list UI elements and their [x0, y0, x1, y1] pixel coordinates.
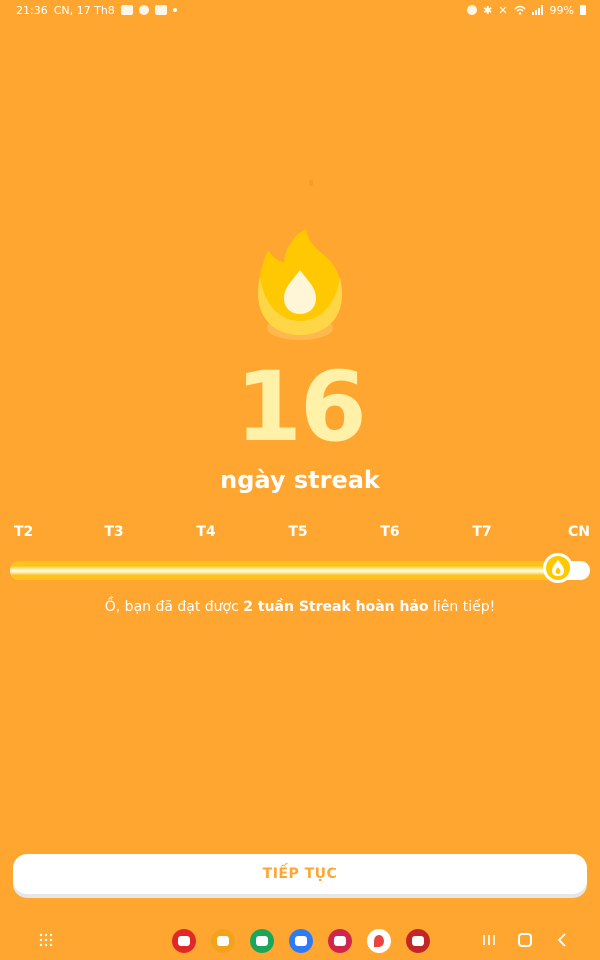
day-label: T2: [14, 524, 34, 540]
status-right: ✱ ✕ 99%: [467, 4, 586, 17]
notification-icon: [154, 5, 167, 15]
week-progress-fill: [10, 561, 561, 580]
home-icon[interactable]: [518, 933, 532, 947]
folder-icon[interactable]: [211, 929, 235, 953]
bluetooth-icon: ✱: [483, 3, 493, 17]
messages-icon-glyph: [295, 936, 307, 946]
streak-flame-icon: [250, 225, 350, 345]
navigation-bar: [0, 920, 600, 960]
signal-icon: [531, 5, 543, 15]
phone-icon[interactable]: [250, 929, 274, 953]
messages-icon[interactable]: [289, 929, 313, 953]
app-drawer-icon[interactable]: [38, 932, 54, 948]
streak-message: Ồ, bạn đã đạt được 2 tuần Streak hoàn hả…: [0, 599, 600, 615]
week-days: T2 T3 T4 T5 T6 T7 CN: [10, 524, 590, 544]
day-label: T5: [288, 524, 308, 540]
day-label: CN: [568, 524, 590, 540]
phone-icon-glyph: [256, 936, 268, 946]
day-label: T7: [472, 524, 492, 540]
recent-apps-icon[interactable]: [481, 932, 497, 948]
maps-icon-glyph: [374, 935, 384, 947]
status-bar: 21:36 CN, 17 Th8 ✱ ✕ 99%: [0, 0, 600, 20]
folder-icon-glyph: [217, 936, 229, 946]
status-date: CN, 17 Th8: [53, 3, 115, 17]
day-label: T6: [380, 524, 400, 540]
day-label: T3: [104, 524, 124, 540]
status-left: 21:36 CN, 17 Th8: [16, 4, 177, 17]
alarm-icon: [467, 5, 478, 15]
mute-icon: ✕: [498, 3, 508, 17]
app-icon[interactable]: [406, 929, 430, 953]
camera-icon-glyph: [334, 936, 346, 946]
message-prefix: Ồ, bạn đã đạt được: [104, 599, 244, 615]
app-dock: [172, 929, 430, 953]
streak-label: ngày streak: [220, 466, 380, 494]
streak-count: 16: [235, 351, 367, 463]
week-progress-track: [10, 561, 590, 580]
continue-button[interactable]: TIẾP TỤC: [13, 854, 587, 894]
status-time: 21:36: [16, 3, 48, 17]
pinterest-icon: [138, 5, 149, 15]
battery-icon: [580, 5, 586, 15]
flipboard-icon[interactable]: [172, 929, 196, 953]
progress-flame-icon: [543, 553, 573, 583]
back-icon[interactable]: [555, 931, 569, 949]
camera-icon[interactable]: [328, 929, 352, 953]
maps-icon[interactable]: [367, 929, 391, 953]
app-icon-glyph: [412, 936, 424, 946]
flipboard-icon-glyph: [178, 936, 190, 946]
more-notifications-icon: [172, 8, 177, 12]
battery-percent: 99%: [549, 3, 574, 17]
day-label: T4: [196, 524, 216, 540]
message-suffix: liên tiếp!: [428, 599, 496, 615]
decorative-dot: [309, 180, 313, 186]
wifi-icon: [514, 5, 526, 15]
message-highlight: 2 tuần Streak hoàn hảo: [243, 599, 429, 615]
notification-icon: [120, 5, 133, 15]
